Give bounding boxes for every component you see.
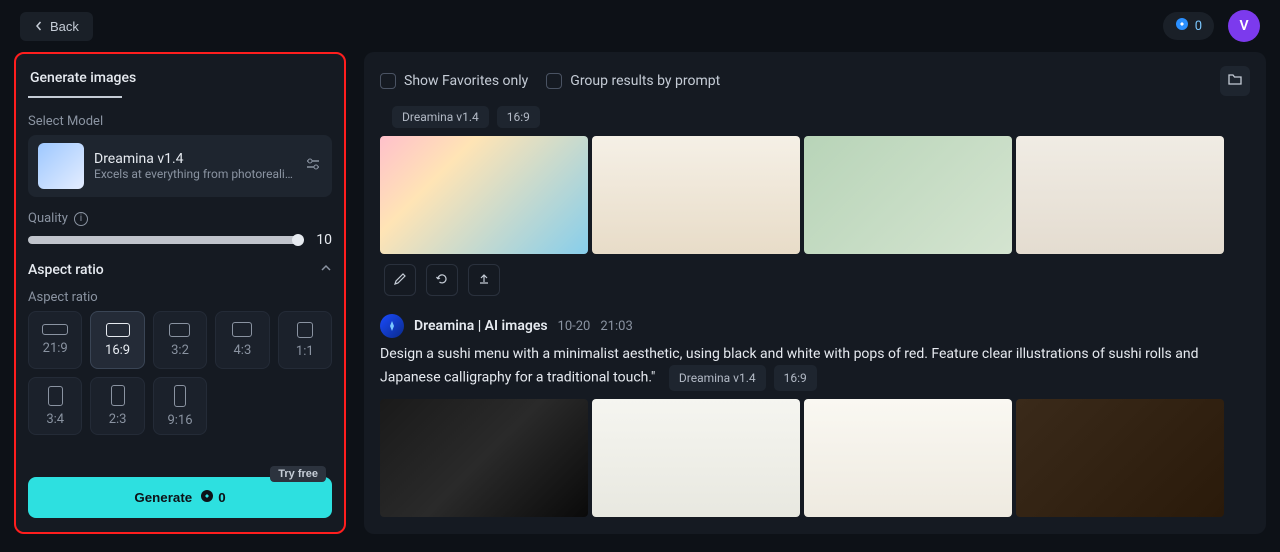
ratio-label: 3:2 [171, 343, 189, 358]
settings-icon[interactable] [304, 155, 322, 177]
generation-time: 21:03 [600, 319, 632, 334]
result-image[interactable] [804, 136, 1012, 254]
ratio-label: 16:9 [105, 343, 130, 358]
ratio-21-9[interactable]: 21:9 [28, 311, 82, 369]
show-favorites-checkbox[interactable]: Show Favorites only [380, 73, 528, 89]
ratio-1-1[interactable]: 1:1 [278, 311, 332, 369]
ratio-3-2[interactable]: 3:2 [153, 311, 207, 369]
model-thumbnail [38, 143, 84, 189]
result-image[interactable] [592, 136, 800, 254]
tab-generate-images[interactable]: Generate images [28, 66, 332, 96]
result-tag-ratio[interactable]: 16:9 [497, 106, 540, 128]
generation-title: Dreamina | AI images [414, 318, 548, 334]
tab-underline [28, 96, 122, 98]
credits-pill[interactable]: 0 [1163, 12, 1214, 40]
avatar-initial: V [1239, 18, 1248, 34]
aspect-ratio-section-toggle[interactable]: Aspect ratio [28, 262, 332, 278]
generator-icon [380, 314, 404, 338]
model-name: Dreamina v1.4 [94, 151, 294, 167]
credits-value: 0 [1195, 19, 1202, 34]
group-results-label: Group results by prompt [570, 73, 720, 89]
info-icon[interactable]: i [74, 212, 88, 226]
result-image-row [380, 399, 1250, 517]
select-model-label: Select Model [28, 114, 332, 129]
main-content: Show Favorites only Group results by pro… [364, 52, 1266, 534]
group-results-checkbox[interactable]: Group results by prompt [546, 73, 720, 89]
try-free-badge: Try free [270, 466, 326, 482]
generate-cost: 0 [218, 490, 225, 505]
show-favorites-label: Show Favorites only [404, 73, 528, 89]
upload-button[interactable] [468, 264, 500, 296]
folder-button[interactable] [1220, 66, 1250, 96]
aspect-ratio-title: Aspect ratio [28, 262, 104, 278]
credits-icon [200, 489, 214, 506]
result-image[interactable] [804, 399, 1012, 517]
result-tag-model[interactable]: Dreamina v1.4 [392, 106, 489, 128]
ratio-4-3[interactable]: 4:3 [215, 311, 269, 369]
result-image[interactable] [1016, 399, 1224, 517]
chevron-up-icon [320, 262, 332, 278]
back-label: Back [50, 19, 79, 34]
refresh-icon [435, 272, 449, 289]
ratio-label: 3:4 [46, 412, 64, 427]
aspect-ratio-grid: 21:9 16:9 3:2 4:3 1:1 3:4 [28, 311, 332, 435]
ratio-label: 2:3 [109, 412, 127, 427]
generate-button[interactable]: Try free Generate 0 [28, 477, 332, 518]
checkbox-icon [380, 73, 396, 89]
ratio-9-16[interactable]: 9:16 [153, 377, 207, 435]
generation-date: 10-20 [558, 319, 591, 334]
generate-label: Generate [134, 490, 192, 505]
back-button[interactable]: Back [20, 12, 93, 41]
quality-value: 10 [308, 232, 332, 248]
slider-thumb[interactable] [292, 234, 304, 246]
regenerate-button[interactable] [426, 264, 458, 296]
quality-slider[interactable] [28, 236, 298, 244]
ratio-2-3[interactable]: 2:3 [90, 377, 144, 435]
result-tag-ratio[interactable]: 16:9 [774, 365, 817, 391]
chevron-left-icon [34, 19, 44, 34]
sidebar: Generate images Select Model Dreamina v1… [14, 52, 346, 534]
quality-label: Quality [28, 211, 68, 226]
result-image[interactable] [380, 399, 588, 517]
edit-button[interactable] [384, 264, 416, 296]
ratio-label: 21:9 [43, 341, 68, 356]
aspect-ratio-sublabel: Aspect ratio [28, 290, 332, 305]
ratio-label: 1:1 [296, 344, 314, 359]
avatar[interactable]: V [1228, 10, 1260, 42]
folder-icon [1227, 71, 1243, 91]
ratio-16-9[interactable]: 16:9 [90, 311, 144, 369]
result-tag-model[interactable]: Dreamina v1.4 [669, 365, 766, 391]
result-image[interactable] [380, 136, 588, 254]
model-card[interactable]: Dreamina v1.4 Excels at everything from … [28, 135, 332, 197]
pencil-icon [393, 272, 407, 289]
model-desc: Excels at everything from photoreali... [94, 167, 294, 181]
credits-icon [1175, 17, 1189, 35]
ratio-label: 4:3 [234, 343, 252, 358]
checkbox-icon [546, 73, 562, 89]
result-image-row [380, 136, 1250, 254]
ratio-label: 9:16 [167, 413, 192, 428]
ratio-3-4[interactable]: 3:4 [28, 377, 82, 435]
result-image[interactable] [592, 399, 800, 517]
result-image[interactable] [1016, 136, 1224, 254]
upload-icon [477, 272, 491, 289]
